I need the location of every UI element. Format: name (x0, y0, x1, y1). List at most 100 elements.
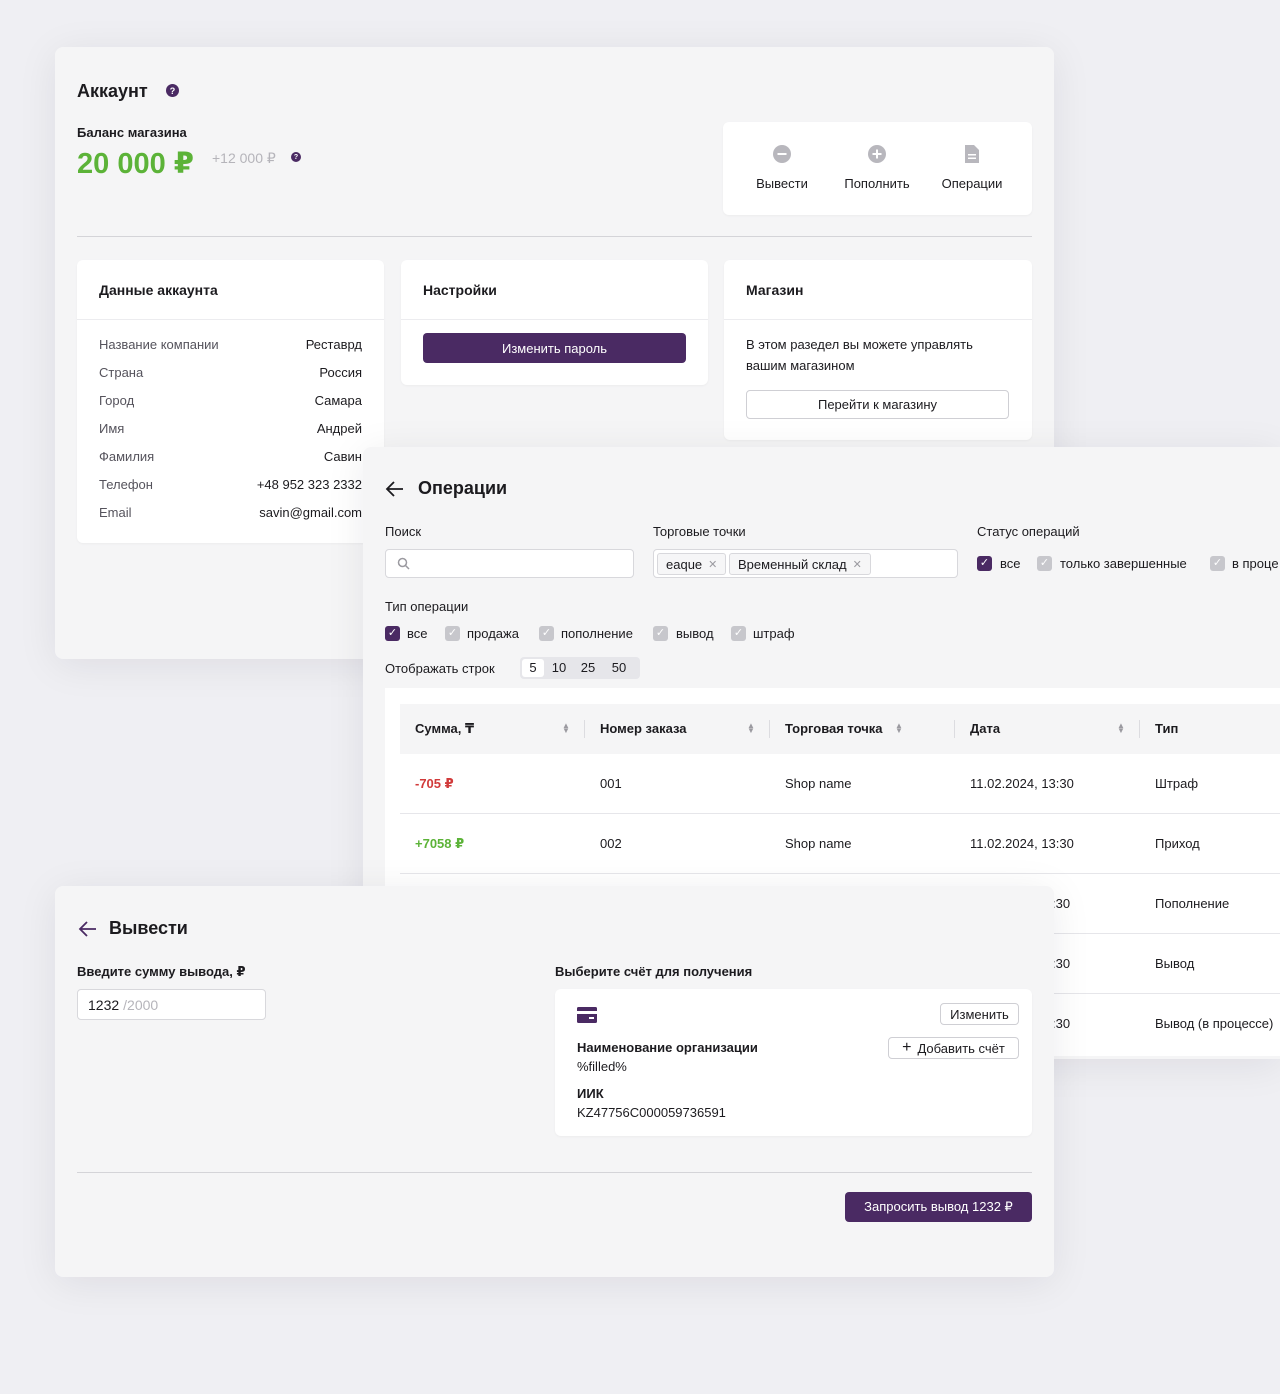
balance-label: Баланс магазина (77, 125, 187, 140)
operations-title: Операции (418, 478, 508, 498)
account-data-title: Данные аккаунта (99, 282, 218, 298)
col-type[interactable]: Тип (1155, 721, 1178, 736)
points-select[interactable]: eaque ✕ Временный склад ✕ (653, 549, 958, 578)
rows-option-25[interactable]: 25 (577, 659, 599, 677)
rows-option-50[interactable]: 50 (608, 659, 630, 677)
sort-icon[interactable]: ▲ ▼ (1117, 722, 1125, 735)
phone-value: +48 952 323 2332 (256, 477, 362, 492)
iik-label: ИИК (577, 1086, 604, 1101)
balance-actions-card: Вывести Пополнить Операции (723, 122, 1032, 215)
city-key: Город (99, 393, 135, 408)
document-icon (965, 145, 979, 163)
withdraw-panel: Вывести Введите сумму вывода, ₽ 1232/200… (55, 886, 1054, 1277)
change-password-button[interactable]: Изменить пароль (423, 333, 686, 363)
back-arrow-icon[interactable] (78, 919, 98, 939)
request-withdraw-button[interactable]: Запросить вывод 1232 ₽ (845, 1192, 1032, 1222)
search-icon (397, 557, 410, 570)
org-label: Наименование организации (577, 1040, 758, 1055)
email-key: Email (99, 505, 132, 520)
change-account-button[interactable]: Изменить (940, 1003, 1019, 1025)
col-order[interactable]: Номер заказа (600, 721, 687, 736)
type-all-checkbox[interactable]: ✓ (385, 626, 400, 641)
surname-value: Савин (323, 449, 362, 464)
status-inprogress-checkbox[interactable]: ✓ (1210, 556, 1225, 571)
settings-card: Настройки Изменить пароль (401, 260, 708, 385)
search-input[interactable] (385, 549, 634, 578)
row-date: :30 (1052, 1016, 1071, 1031)
col-amount[interactable]: Сумма, ₸ (415, 721, 474, 737)
row-amount: -705 ₽ (415, 776, 454, 791)
table-row[interactable]: -705 ₽ 001 Shop name 11.02.2024, 13:30 Ш… (400, 754, 1280, 814)
remove-tag-icon[interactable]: ✕ (708, 558, 717, 571)
withdraw-action[interactable]: Вывести (745, 144, 819, 194)
go-to-shop-button[interactable]: Перейти к магазину (746, 390, 1009, 419)
status-completed-checkbox[interactable]: ✓ (1037, 556, 1052, 571)
table-header: Сумма, ₸ ▲ ▼ Номер заказа ▲ ▼ Торговая точ… (400, 704, 1280, 754)
point-tag-label: Временный склад (738, 556, 847, 572)
pending-help-icon[interactable]: ? (291, 152, 301, 162)
account-data-card: Данные аккаунта Название компании Рестав… (77, 260, 384, 543)
account-select-label: Выберите счёт для получения (555, 964, 753, 979)
country-value: Россия (319, 365, 362, 380)
search-label: Поиск (385, 524, 422, 539)
shop-card: Магазин В этом разедел вы можете управля… (724, 260, 1032, 440)
surname-key: Фамилия (99, 449, 155, 464)
minus-circle-icon (773, 145, 791, 163)
topup-action[interactable]: Пополнить (837, 144, 917, 194)
row-type: Вывод (1155, 956, 1195, 971)
amount-input[interactable]: 1232/2000 (77, 989, 266, 1020)
col-divider (769, 720, 770, 738)
shop-title: Магазин (746, 282, 804, 298)
row-order: 002 (600, 836, 622, 851)
type-label: Тип операции (385, 599, 469, 614)
rows-option-10[interactable]: 10 (548, 659, 570, 677)
company-key: Название компании (99, 337, 219, 352)
account-help-icon[interactable]: ? (166, 84, 179, 97)
operations-action-label: Операции (941, 176, 1003, 191)
row-amount: +7058 ₽ (415, 836, 465, 851)
status-label: Статус операций (977, 524, 1080, 539)
table-row[interactable]: +7058 ₽ 002 Shop name 11.02.2024, 13:30 … (400, 814, 1280, 874)
col-divider (584, 720, 585, 738)
shop-text-line1: В этом разедел вы можете управлять (746, 337, 973, 352)
phone-key: Телефон (99, 477, 153, 492)
settings-divider (401, 319, 708, 320)
type-sale-label: продажа (467, 626, 519, 641)
back-arrow-icon[interactable] (385, 479, 405, 499)
type-withdraw-checkbox[interactable]: ✓ (653, 626, 668, 641)
add-account-button[interactable]: + Добавить счёт (888, 1037, 1019, 1059)
rows-option-5[interactable]: 5 (522, 659, 544, 677)
plus-circle-icon (868, 145, 886, 163)
row-date: :30 (1052, 956, 1071, 971)
col-date[interactable]: Дата (970, 721, 1000, 736)
row-shop: Shop name (785, 776, 852, 791)
sort-icon[interactable]: ▲ ▼ (747, 722, 755, 735)
sort-icon[interactable]: ▲ ▼ (562, 722, 570, 735)
sort-icon[interactable]: ▲ ▼ (895, 722, 903, 735)
row-type: Пополнение (1155, 896, 1230, 911)
amount-label: Введите сумму вывода, ₽ (77, 964, 246, 979)
point-tag[interactable]: Временный склад ✕ (729, 553, 871, 575)
col-shop[interactable]: Торговая точка (785, 721, 883, 736)
type-topup-label: пополнение (561, 626, 633, 641)
withdraw-action-label: Вывести (756, 176, 808, 191)
amount-limit: /2000 (123, 997, 159, 1013)
remove-tag-icon[interactable]: ✕ (853, 558, 862, 571)
plus-icon: + (902, 1039, 912, 1056)
add-account-label: Добавить счёт (917, 1040, 1005, 1056)
account-data-divider (77, 319, 384, 320)
type-sale-checkbox[interactable]: ✓ (445, 626, 460, 641)
bank-account-card: Изменить + Добавить счёт Наименование ор… (555, 989, 1032, 1136)
name-value: Андрей (316, 421, 362, 436)
status-all-label: все (1000, 556, 1021, 571)
row-date: 11.02.2024, 13:30 (970, 836, 1074, 851)
iik-value: KZ47756C000059736591 (577, 1105, 726, 1120)
status-all-checkbox[interactable]: ✓ (977, 556, 992, 571)
type-fine-label: штраф (753, 626, 795, 641)
operations-action[interactable]: Операции (935, 144, 1009, 194)
type-fine-checkbox[interactable]: ✓ (731, 626, 746, 641)
row-type: Вывод (в процессе) (1155, 1016, 1274, 1031)
type-topup-checkbox[interactable]: ✓ (539, 626, 554, 641)
row-date: :30 (1052, 896, 1071, 911)
point-tag[interactable]: eaque ✕ (657, 553, 727, 575)
